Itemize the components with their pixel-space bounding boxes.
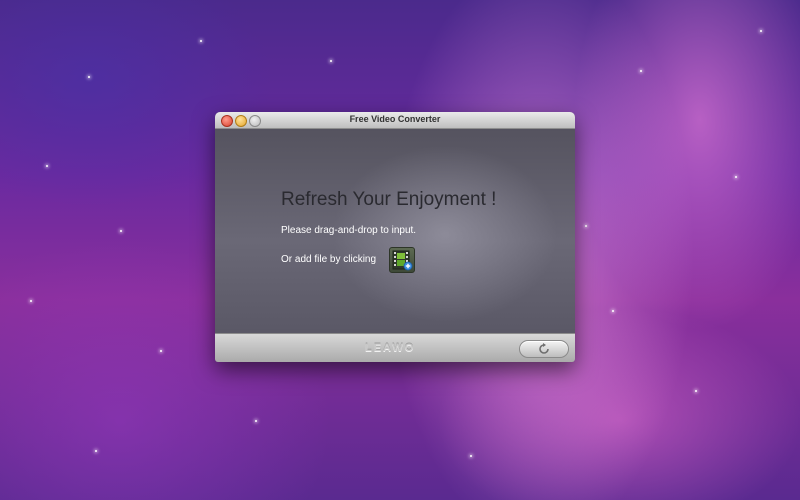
bottom-toolbar: LEAWO <box>215 333 575 362</box>
star <box>330 60 332 62</box>
star <box>640 70 642 72</box>
convert-button[interactable] <box>519 340 569 358</box>
star <box>46 165 48 167</box>
star <box>95 450 97 452</box>
drag-drop-hint: Please drag-and-drop to input. <box>281 225 417 236</box>
star <box>255 420 257 422</box>
headline: Refresh Your Enjoyment ! <box>281 189 497 210</box>
star <box>585 225 587 227</box>
star <box>160 350 162 352</box>
desktop-background: Free Video Converter Refresh Your Enjoym… <box>0 0 800 500</box>
star <box>30 300 32 302</box>
star <box>88 76 90 78</box>
refresh-icon <box>539 343 549 354</box>
leawo-logo: LEAWO <box>365 342 416 354</box>
star <box>695 390 697 392</box>
add-video-file-icon <box>392 250 413 271</box>
title-bar[interactable]: Free Video Converter <box>215 112 575 129</box>
add-file-button[interactable] <box>389 247 415 273</box>
star <box>612 310 614 312</box>
star <box>200 40 202 42</box>
star <box>735 176 737 178</box>
add-file-hint: Or add file by clicking <box>281 254 377 265</box>
star <box>470 455 472 457</box>
app-window: Free Video Converter Refresh Your Enjoym… <box>215 112 575 362</box>
drop-zone[interactable]: Refresh Your Enjoyment ! Please drag-and… <box>215 129 575 333</box>
star <box>120 230 122 232</box>
window-title: Free Video Converter <box>349 114 441 124</box>
star <box>760 30 762 32</box>
